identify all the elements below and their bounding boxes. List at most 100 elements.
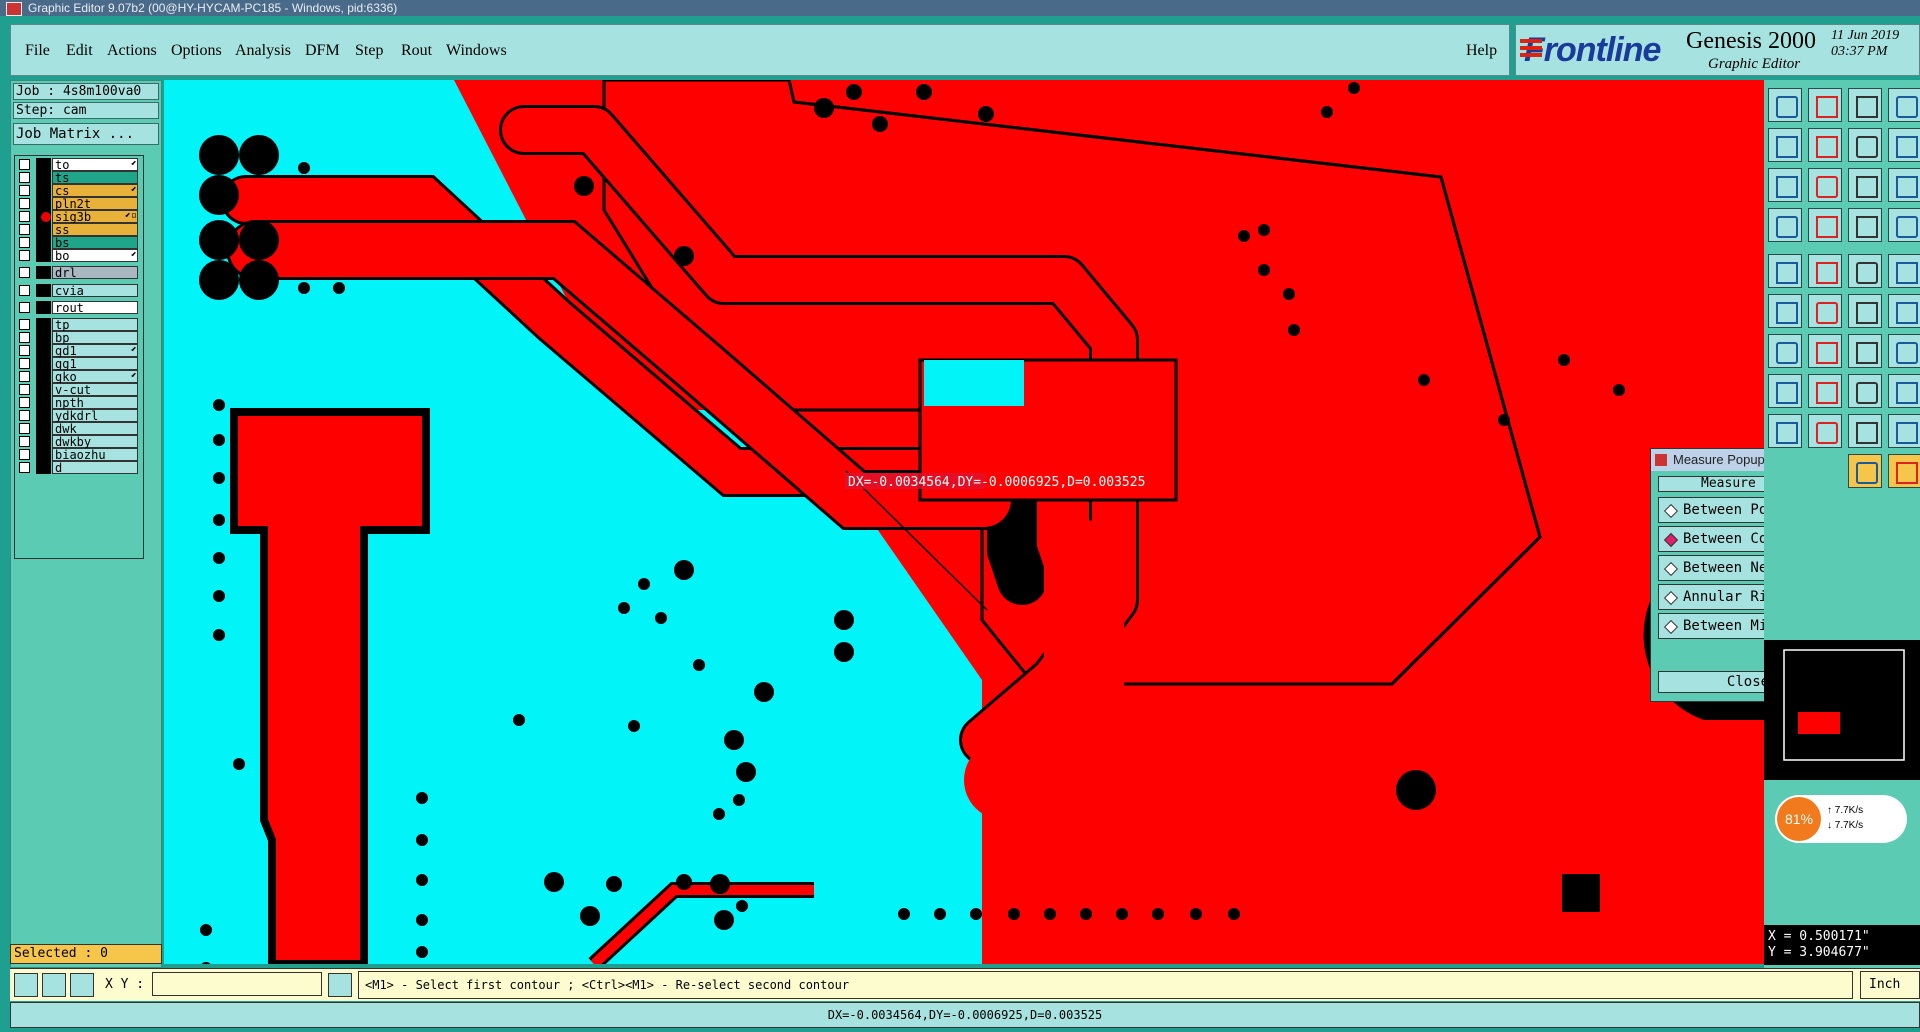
- layer-row-d[interactable]: d: [17, 461, 139, 475]
- layer-name[interactable]: biaozhu: [52, 448, 138, 462]
- layer-checkbox[interactable]: [19, 267, 30, 278]
- layer-name[interactable]: ts: [52, 171, 138, 185]
- layer-checkbox[interactable]: [19, 224, 30, 235]
- layer-checkbox[interactable]: [19, 358, 30, 369]
- layer-name[interactable]: ydkdrl: [52, 409, 138, 423]
- layer-name[interactable]: npth: [52, 396, 138, 410]
- layer-checkbox[interactable]: [19, 436, 30, 447]
- layer-checkbox[interactable]: [19, 198, 30, 209]
- layer-row-to[interactable]: to ⬋: [17, 158, 139, 172]
- menu-rout[interactable]: Rout: [401, 42, 432, 60]
- layer-checkbox[interactable]: [19, 159, 30, 170]
- layer-checkbox[interactable]: [19, 371, 30, 382]
- xy-input[interactable]: [152, 972, 322, 996]
- layer-row-bo[interactable]: bo ⬋: [17, 249, 139, 263]
- layer-row-dwk[interactable]: dwk: [17, 422, 139, 436]
- layer-name[interactable]: dwkby: [52, 435, 138, 449]
- menu-step[interactable]: Step: [355, 42, 383, 60]
- tool-button-9[interactable]: [1768, 168, 1802, 202]
- angle-icon[interactable]: [42, 973, 66, 997]
- layer-checkbox[interactable]: [19, 250, 30, 261]
- tool-button-34[interactable]: [1808, 414, 1842, 448]
- layer-row-ts[interactable]: ts: [17, 171, 139, 185]
- layer-row-bs[interactable]: bs: [17, 236, 139, 250]
- tool-button-31[interactable]: [1848, 374, 1882, 408]
- layer-checkbox[interactable]: [19, 319, 30, 330]
- tool-button-17[interactable]: [1768, 254, 1802, 288]
- units-selector[interactable]: Inch: [1860, 971, 1920, 999]
- layer-name[interactable]: gko: [52, 370, 138, 384]
- layer-name[interactable]: d: [52, 461, 138, 475]
- layer-row-ss[interactable]: ss: [17, 223, 139, 237]
- menu-help[interactable]: Help: [1466, 42, 1497, 60]
- layer-row-gd1[interactable]: gd1 ⬋: [17, 344, 139, 358]
- tool-button-22[interactable]: [1808, 294, 1842, 328]
- layer-row-dwkby[interactable]: dwkby: [17, 435, 139, 449]
- tool-button-7[interactable]: [1848, 128, 1882, 162]
- tool-button-5[interactable]: [1768, 128, 1802, 162]
- exclamation-icon[interactable]: [328, 973, 352, 997]
- layer-name[interactable]: pln2t: [52, 197, 138, 211]
- tool-button-21[interactable]: [1768, 294, 1802, 328]
- tool-button-27[interactable]: [1848, 334, 1882, 368]
- layer-row-gko[interactable]: gko ⬋: [17, 370, 139, 384]
- tool-button-28[interactable]: [1888, 334, 1920, 368]
- menu-windows[interactable]: Windows: [446, 42, 507, 60]
- menu-actions[interactable]: Actions: [107, 42, 157, 60]
- layer-row-tp[interactable]: tp: [17, 318, 139, 332]
- layer-name[interactable]: bp: [52, 331, 138, 345]
- tool-button-2[interactable]: [1808, 88, 1842, 122]
- layer-name[interactable]: cs: [52, 184, 138, 198]
- layer-row-cvia[interactable]: cvia: [17, 284, 139, 298]
- layer-row-biaozhu[interactable]: biaozhu: [17, 448, 139, 462]
- menu-options[interactable]: Options: [171, 42, 222, 60]
- layer-row-rout[interactable]: rout: [17, 301, 139, 315]
- tool-button-18[interactable]: [1808, 254, 1842, 288]
- layer-row-pln2t[interactable]: pln2t: [17, 197, 139, 211]
- tool-button-26[interactable]: [1808, 334, 1842, 368]
- tool-button-19[interactable]: [1848, 254, 1882, 288]
- layer-name[interactable]: bo: [52, 249, 138, 263]
- layer-row-cs[interactable]: cs ⬋: [17, 184, 139, 198]
- layer-checkbox[interactable]: [19, 384, 30, 395]
- job-matrix-button[interactable]: Job Matrix ...: [13, 123, 159, 145]
- layer-checkbox[interactable]: [19, 211, 30, 222]
- menu-analysis[interactable]: Analysis: [235, 42, 291, 60]
- graphic-canvas[interactable]: DX=-0.0034564,DY=-0.0006925,D=0.003525: [164, 80, 1764, 964]
- layer-checkbox[interactable]: [19, 237, 30, 248]
- layer-name[interactable]: cvia: [52, 284, 138, 298]
- layer-row-v-cut[interactable]: v-cut: [17, 383, 139, 397]
- layer-checkbox[interactable]: [19, 302, 30, 313]
- layer-checkbox[interactable]: [19, 285, 30, 296]
- menu-file[interactable]: File: [25, 42, 50, 60]
- tool-button-24[interactable]: [1888, 294, 1920, 328]
- layer-checkbox[interactable]: [19, 172, 30, 183]
- tool-button-20[interactable]: [1888, 254, 1920, 288]
- layer-name[interactable]: to: [52, 158, 138, 172]
- tool-button-3[interactable]: [1848, 88, 1882, 122]
- menu-edit[interactable]: Edit: [66, 42, 93, 60]
- tool-button-8[interactable]: [1888, 128, 1920, 162]
- layer-row-drl[interactable]: drl: [17, 266, 139, 280]
- tool-button-12[interactable]: [1888, 168, 1920, 202]
- layer-name[interactable]: v-cut: [52, 383, 138, 397]
- tool-button-37[interactable]: [1848, 454, 1882, 488]
- tool-button-29[interactable]: [1768, 374, 1802, 408]
- layer-name[interactable]: dwk: [52, 422, 138, 436]
- layer-name[interactable]: ss: [52, 223, 138, 237]
- layer-checkbox[interactable]: [19, 185, 30, 196]
- layer-checkbox[interactable]: [19, 449, 30, 460]
- tool-button-36[interactable]: [1888, 414, 1920, 448]
- overview-preview[interactable]: [1764, 640, 1920, 780]
- tool-button-33[interactable]: [1768, 414, 1802, 448]
- layer-row-gg1[interactable]: gg1: [17, 357, 139, 371]
- tool-button-23[interactable]: [1848, 294, 1882, 328]
- tool-button-4[interactable]: [1888, 88, 1920, 122]
- layer-checkbox[interactable]: [19, 423, 30, 434]
- tool-button-30[interactable]: [1808, 374, 1842, 408]
- pcb-drawing[interactable]: DX=-0.0034564,DY=-0.0006925,D=0.003525: [164, 80, 1764, 964]
- tool-button-38[interactable]: [1888, 454, 1920, 488]
- tool-button-16[interactable]: [1888, 208, 1920, 242]
- tool-button-15[interactable]: [1848, 208, 1882, 242]
- layer-name[interactable]: gg1: [52, 357, 138, 371]
